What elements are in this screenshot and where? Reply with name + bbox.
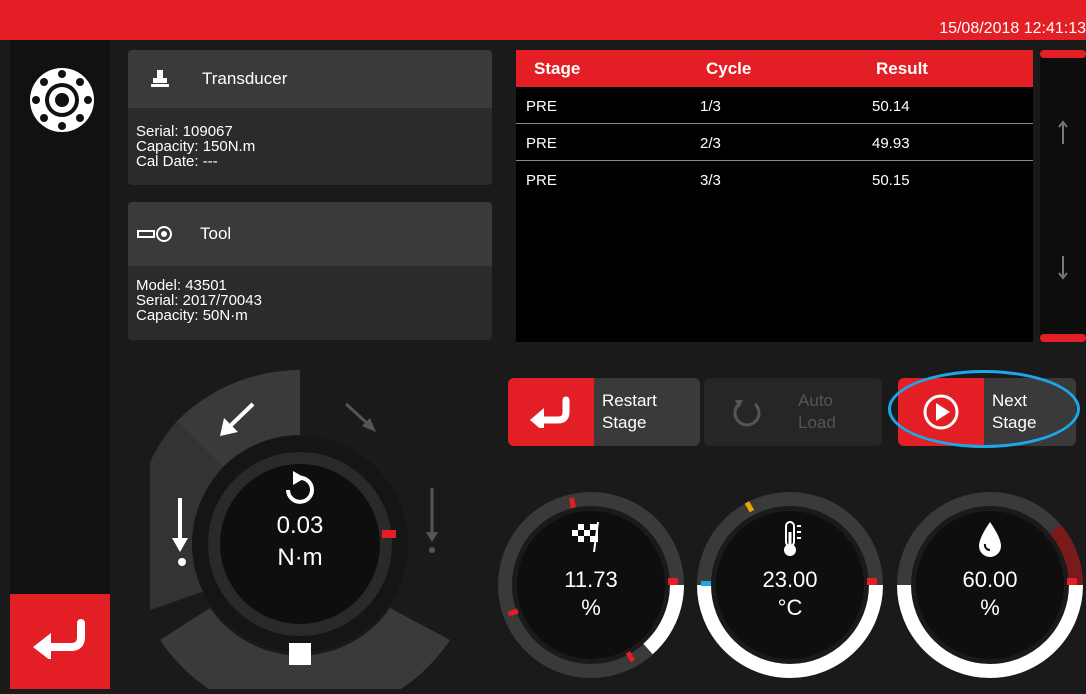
cell-result: 49.93 (872, 135, 910, 152)
cell-cycle: 1/3 (700, 98, 721, 115)
temperature-unit: °C (777, 595, 803, 620)
cell-stage: PRE (526, 172, 557, 189)
transducer-cal-date: Cal Date: --- (136, 153, 218, 170)
table-row[interactable]: PRE 2/3 49.93 (516, 124, 1033, 161)
header-result: Result (876, 59, 928, 78)
cw-slow-arrow-icon (426, 488, 438, 553)
transducer-serial: Serial: 109067 (136, 123, 233, 140)
torque-unit: N·m (277, 544, 323, 571)
cell-cycle: 3/3 (700, 172, 721, 189)
autoload-label-line1: Auto (798, 391, 833, 410)
transducer-capacity: Capacity: 150N.m (136, 138, 256, 155)
torque-dial: 0.03 N·m (133, 370, 450, 694)
settings-gear-icon[interactable] (26, 64, 98, 136)
table-row[interactable]: PRE 1/3 50.14 (516, 87, 1033, 124)
restart-label-line1: Restart (602, 391, 657, 410)
datetime: 15/08/2018 12:41:13 (939, 20, 1086, 37)
transducer-title: Transducer (202, 69, 288, 88)
temperature-value: 23.00 (762, 567, 818, 592)
transducer-icon (128, 68, 192, 90)
tool-panel: Tool Model: 43501 Serial: 2017/70043 Cap… (128, 202, 492, 340)
header-cycle: Cycle (706, 59, 752, 78)
cell-stage: PRE (526, 98, 557, 115)
cell-cycle: 2/3 (700, 135, 721, 152)
highlight-ellipse (888, 370, 1080, 448)
humidity-gauge: 60.00 % (897, 492, 1083, 678)
top-bar (0, 0, 1086, 40)
restart-label-line2: Stage (602, 413, 647, 432)
torque-value: 0.03 (276, 512, 324, 539)
table-row[interactable]: PRE 3/3 50.15 (516, 161, 1033, 197)
cell-stage: PRE (526, 135, 557, 152)
sidebar (10, 40, 110, 689)
refresh-icon (704, 378, 790, 446)
temperature-gauge: 23.00 °C (697, 492, 883, 678)
table-header-row: Stage Cycle Result (516, 50, 1033, 87)
humidity-unit: % (980, 595, 1000, 620)
cw-fast-arrow-icon (344, 402, 376, 432)
header-stage: Stage (534, 59, 581, 78)
transducer-panel: Transducer Serial: 109067 Capacity: 150N… (128, 50, 492, 185)
autoload-label-line2: Load (798, 413, 836, 432)
scroll-up-arrow-icon[interactable] (1054, 118, 1072, 148)
back-button[interactable] (10, 594, 110, 689)
return-arrow-icon (29, 619, 91, 664)
tool-serial: Serial: 2017/70043 (136, 292, 262, 309)
tool-icon (128, 225, 182, 243)
scroll-down-arrow-icon[interactable] (1054, 252, 1072, 282)
return-arrow-icon (508, 378, 594, 446)
stop-icon (289, 643, 311, 665)
cell-result: 50.14 (872, 98, 910, 115)
tool-model: Model: 43501 (136, 277, 227, 294)
table-scrollbar[interactable] (1040, 50, 1086, 342)
tool-capacity: Capacity: 50N·m (136, 307, 248, 324)
cell-result: 50.15 (872, 172, 910, 189)
auto-load-button[interactable]: Auto Load (704, 378, 882, 446)
progress-gauge: 11.73 % (498, 492, 684, 678)
humidity-value: 60.00 (962, 567, 1018, 592)
progress-value: 11.73 (564, 567, 618, 592)
restart-stage-button[interactable]: Restart Stage (508, 378, 700, 446)
tool-title: Tool (200, 224, 232, 243)
progress-unit: % (581, 595, 601, 620)
